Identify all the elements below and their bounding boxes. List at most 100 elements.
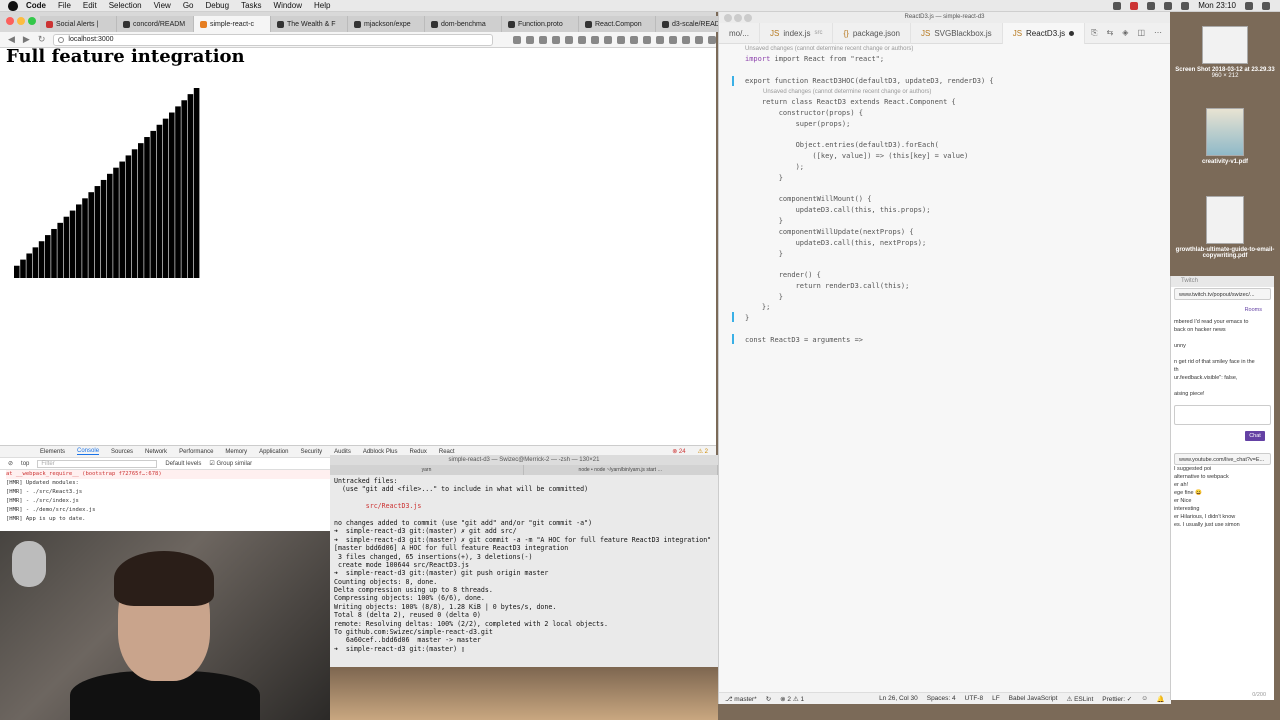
codelens-hint[interactable]: Unsaved changes (cannot determine recent… (745, 44, 913, 54)
split-editor-icon[interactable]: ◫ (1137, 28, 1145, 38)
back-icon[interactable]: ◀ (8, 34, 15, 45)
notification-center-icon[interactable] (1262, 1, 1270, 10)
browser-tab[interactable]: React.Compon (579, 16, 656, 32)
editor-tab-mo[interactable]: mo/... (719, 22, 761, 44)
git-commit-icon[interactable]: ◈ (1122, 28, 1128, 38)
encoding[interactable]: UTF-8 (965, 695, 983, 702)
extension-icon[interactable] (565, 35, 573, 44)
menu-view[interactable]: View (154, 1, 171, 10)
menu-debug[interactable]: Debug (205, 1, 229, 10)
extension-icon[interactable] (513, 35, 521, 44)
git-branch[interactable]: ⎇ master* (725, 695, 757, 703)
tab-react[interactable]: React (439, 449, 455, 455)
more-actions-icon[interactable]: ⋯ (1154, 28, 1162, 38)
extension-icon[interactable] (708, 35, 716, 44)
desktop-file[interactable]: growthlab-ultimate-guide-to-email-copywr… (1170, 196, 1280, 259)
extension-icon[interactable] (552, 35, 560, 44)
menu-selection[interactable]: Selection (109, 1, 142, 10)
menubar-clock[interactable]: Mon 23:10 (1198, 1, 1236, 10)
zoom-window-icon[interactable] (28, 17, 36, 25)
clear-console-icon[interactable]: ⊘ (8, 460, 13, 467)
end-of-line[interactable]: LF (992, 695, 1000, 702)
tab-audits[interactable]: Audits (334, 449, 351, 455)
dropbox-icon[interactable] (1113, 1, 1122, 10)
tab-memory[interactable]: Memory (225, 449, 247, 455)
menu-window[interactable]: Window (274, 1, 302, 10)
notifications-icon[interactable]: 🔔 (1157, 695, 1165, 703)
cursor-position[interactable]: Ln 26, Col 30 (879, 695, 918, 702)
menu-help[interactable]: Help (314, 1, 330, 10)
browser-tab[interactable]: Function.proto (502, 16, 579, 32)
feedback-icon[interactable]: ☺ (1141, 695, 1148, 702)
editor-tab-index[interactable]: JS index.js src (760, 22, 834, 44)
zoom-window-icon[interactable] (744, 14, 752, 22)
twitch-url[interactable]: www.twitch.tv/popout/swizec/... (1174, 288, 1271, 300)
extension-icon[interactable] (526, 35, 534, 44)
volume-icon[interactable] (1164, 1, 1173, 10)
extension-icon[interactable] (630, 35, 638, 44)
browser-tab[interactable]: mjackson/expe (348, 16, 425, 32)
forward-icon[interactable]: ▶ (23, 34, 30, 45)
terminal-output[interactable]: Untracked files: (use "git add <file>...… (330, 475, 718, 655)
tab-performance[interactable]: Performance (179, 449, 213, 455)
browser-tab[interactable]: simple-react-c (194, 16, 271, 32)
wifi-icon[interactable] (1147, 1, 1156, 10)
desktop-file[interactable]: Screen Shot 2018-03-12 at 23.29.33 960 ×… (1170, 26, 1280, 79)
tab-elements[interactable]: Elements (40, 449, 65, 455)
console-filter-input[interactable]: Filter (37, 459, 158, 468)
prettier-status[interactable]: Prettier: ✓ (1102, 695, 1132, 703)
rooms-button[interactable]: Rooms (1171, 301, 1274, 319)
unsaved-dot-icon[interactable] (1069, 30, 1075, 36)
extension-icon[interactable] (682, 35, 690, 44)
browser-tab[interactable]: dom-benchma (425, 16, 502, 32)
menu-go[interactable]: Go (183, 1, 194, 10)
extension-icon[interactable] (604, 35, 612, 44)
sync-icon[interactable]: ↻ (766, 695, 771, 703)
menu-edit[interactable]: Edit (83, 1, 97, 10)
code-editor[interactable]: Unsaved changes (cannot determine recent… (719, 44, 1163, 694)
context-select[interactable]: top (21, 461, 29, 467)
editor-tab-reactd3[interactable]: JS ReactD3.js (1002, 22, 1086, 44)
menu-file[interactable]: File (58, 1, 71, 10)
browser-tab[interactable]: The Wealth & F (271, 16, 348, 32)
extension-icon[interactable] (578, 35, 586, 44)
extension-icon[interactable] (669, 35, 677, 44)
extension-icon[interactable] (643, 35, 651, 44)
address-bar[interactable]: localhost:3000 (53, 33, 493, 46)
log-levels-select[interactable]: Default levels (165, 461, 201, 467)
close-window-icon[interactable] (6, 17, 14, 25)
close-window-icon[interactable] (724, 14, 732, 22)
tab-console[interactable]: Console (77, 448, 100, 455)
tab-redux[interactable]: Redux (410, 449, 427, 455)
terminal-tab[interactable]: yarn (330, 465, 524, 475)
reload-icon[interactable]: ↻ (38, 34, 46, 45)
battery-icon[interactable] (1181, 1, 1190, 10)
indentation[interactable]: Spaces: 4 (927, 695, 956, 702)
extension-icon[interactable] (617, 35, 625, 44)
language-mode[interactable]: Babel JavaScript (1009, 695, 1058, 702)
chat-input[interactable] (1174, 405, 1271, 425)
problems-indicator[interactable]: ⊗ 2 ⚠ 1 (780, 695, 804, 703)
tab-application[interactable]: Application (259, 449, 288, 455)
browser-tab[interactable]: concord/READM (117, 16, 194, 32)
record-icon[interactable] (1130, 1, 1139, 10)
apple-menu-icon[interactable] (8, 0, 18, 11)
extension-icon[interactable] (695, 35, 703, 44)
minimize-window-icon[interactable] (17, 17, 25, 25)
minimize-window-icon[interactable] (734, 14, 742, 22)
codelens-hint[interactable]: Unsaved changes (cannot determine recent… (763, 87, 931, 97)
terminal-tab[interactable]: node • node ~/yarn/bin/yarn.js start … (524, 465, 718, 475)
extension-icon[interactable] (656, 35, 664, 44)
youtube-url[interactable]: www.youtube.com/live_chat?v=E... (1174, 453, 1271, 465)
editor-tab-package[interactable]: {} package.json (833, 22, 911, 44)
menu-tasks[interactable]: Tasks (241, 1, 261, 10)
editor-tab-svgblackbox[interactable]: JS SVGBlackbox.js (911, 22, 1003, 44)
extension-icon[interactable] (539, 35, 547, 44)
open-changes-icon[interactable]: ⎘ (1091, 28, 1097, 38)
group-similar-checkbox[interactable]: ☑ Group similar (209, 460, 252, 467)
desktop-file[interactable]: creativity-v1.pdf (1170, 108, 1280, 165)
chat-button[interactable]: Chat (1245, 431, 1265, 441)
browser-tab[interactable]: Social Alerts | (40, 16, 117, 32)
info-icon[interactable] (58, 36, 65, 43)
spotlight-icon[interactable] (1245, 1, 1253, 10)
